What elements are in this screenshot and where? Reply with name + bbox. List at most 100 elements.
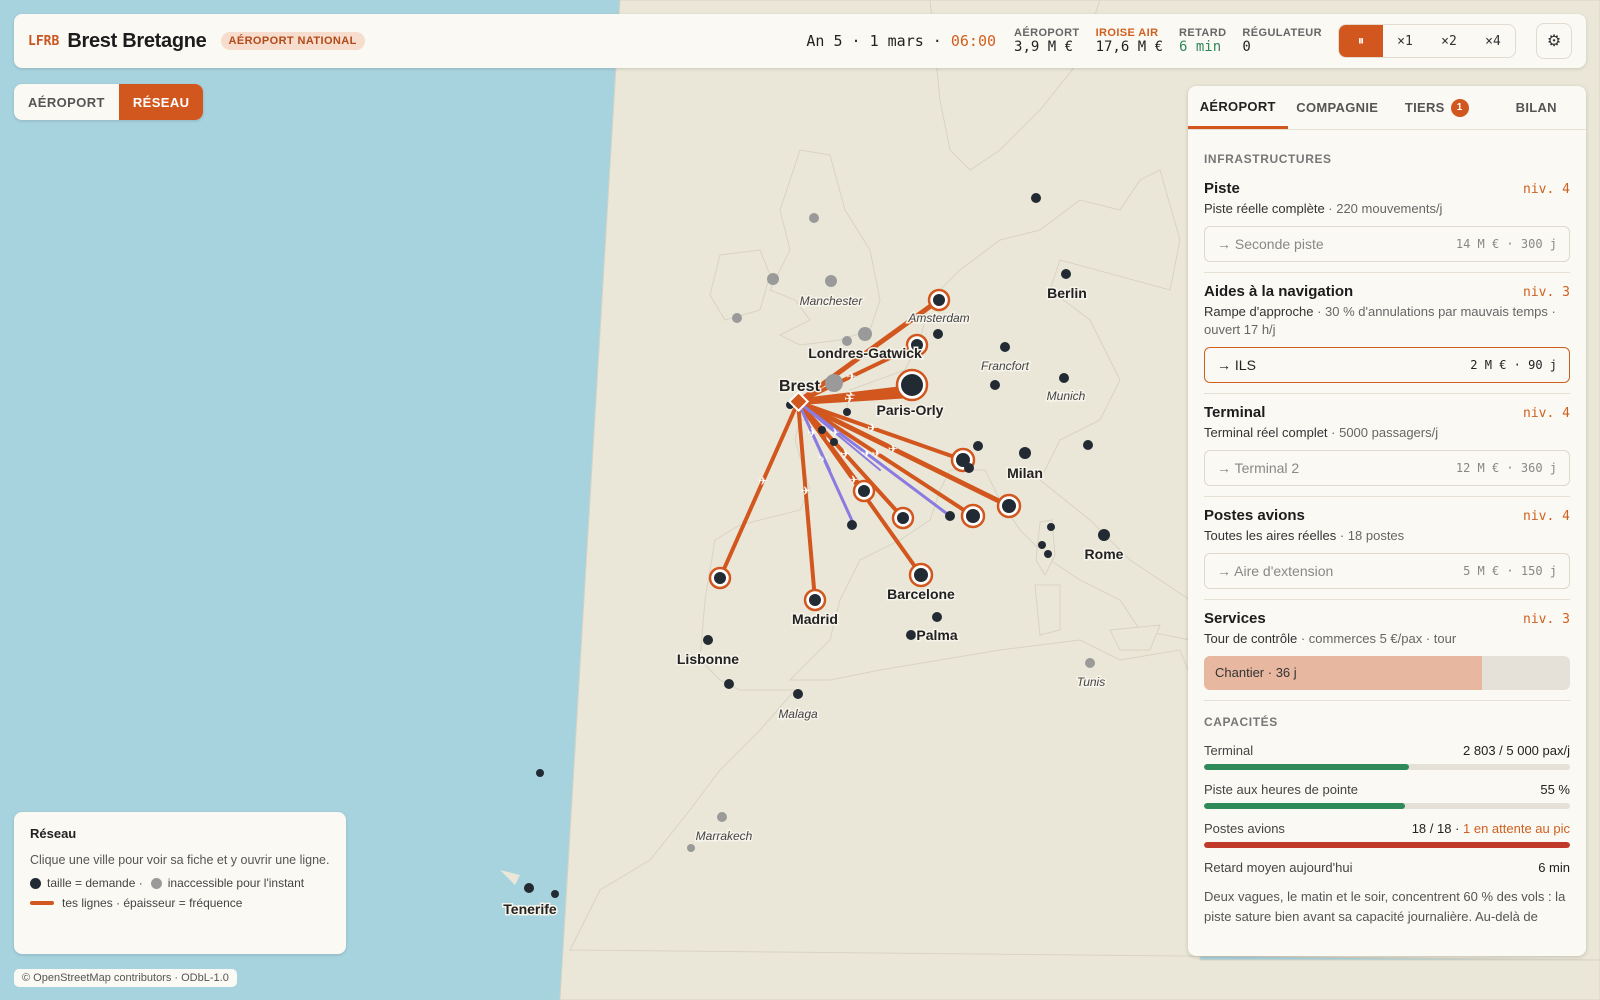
city-label: Madrid — [792, 611, 838, 627]
legend-text: Clique une ville pour voir sa fiche et y… — [30, 853, 330, 867]
upgrade-aire-extension-button[interactable]: → Aire d'extension 5 M € · 150 j — [1204, 553, 1570, 589]
city-marker[interactable] — [1031, 193, 1041, 203]
city-marker[interactable] — [1002, 499, 1016, 513]
city-marker[interactable] — [1047, 523, 1055, 531]
tab-bilan[interactable]: BILAN — [1487, 86, 1587, 129]
city-marker[interactable] — [901, 374, 923, 396]
city-marker[interactable] — [858, 485, 870, 497]
city-marker[interactable] — [1019, 447, 1031, 459]
inaccessible-city-marker[interactable] — [1085, 658, 1095, 668]
upgrade-ils-button[interactable]: → ILS 2 M € · 90 j — [1204, 347, 1570, 383]
city-marker[interactable] — [932, 612, 942, 622]
tab-compagnie[interactable]: COMPAGNIE — [1288, 86, 1388, 129]
city-label: Paris-Orly — [877, 402, 944, 418]
delay-label: Retard moyen aujourd'hui — [1204, 860, 1353, 875]
inaccessible-city-marker[interactable] — [767, 273, 779, 285]
delay-value: 6 min — [1538, 860, 1570, 875]
city-marker[interactable] — [973, 441, 983, 451]
desc-text: Toutes les aires réelles — [1204, 528, 1337, 543]
inaccessible-city-marker[interactable] — [809, 213, 819, 223]
speed-controls: ⏸ ×1 ×2 ×4 — [1338, 24, 1516, 58]
inaccessible-city-marker[interactable] — [687, 844, 695, 852]
city-marker[interactable] — [1000, 342, 1010, 352]
pause-button[interactable]: ⏸ — [1339, 25, 1383, 57]
upgrade-label: → Terminal 2 — [1217, 460, 1300, 476]
city-label: Milan — [1007, 465, 1043, 481]
speed-x2-button[interactable]: ×2 — [1427, 25, 1471, 57]
city-marker[interactable] — [793, 689, 803, 699]
city-marker[interactable] — [897, 512, 909, 524]
city-marker[interactable] — [724, 679, 734, 689]
city-marker[interactable] — [714, 572, 726, 584]
top-bar: LFRB Brest Bretagne AÉROPORT NATIONAL An… — [14, 14, 1586, 68]
inaccessible-city-marker[interactable] — [717, 812, 727, 822]
plane-icon: ✈ — [867, 421, 877, 435]
city-marker[interactable] — [945, 511, 955, 521]
stat-label: RETARD — [1179, 27, 1227, 39]
tab-label: AÉROPORT — [1199, 98, 1276, 114]
city-marker[interactable] — [703, 635, 713, 645]
capacity-runway-peak: Piste aux heures de pointe 55 % — [1204, 782, 1570, 809]
hub-label: Brest — [779, 378, 821, 395]
section-title-infrastructures: INFRASTRUCTURES — [1204, 152, 1332, 166]
city-marker[interactable] — [933, 329, 943, 339]
inaccessible-city-marker[interactable] — [825, 275, 837, 287]
inaccessible-city-marker[interactable] — [732, 313, 742, 323]
speed-x4-button[interactable]: ×4 — [1471, 25, 1515, 57]
settings-gear-icon[interactable]: ⚙ — [1536, 23, 1572, 59]
tab-aeroport[interactable]: AÉROPORT — [1188, 86, 1288, 129]
stat-value: 3,9 M € — [1014, 39, 1074, 55]
tab-network-mode[interactable]: RÉSEAU — [118, 84, 204, 120]
construction-label: Chantier · 36 j — [1215, 665, 1297, 680]
upgrade-terminal-2-button[interactable]: → Terminal 2 12 M € · 360 j — [1204, 450, 1570, 486]
inaccessible-city-marker[interactable] — [825, 374, 843, 392]
city-marker[interactable] — [1059, 373, 1069, 383]
speed-x1-button[interactable]: ×1 — [1383, 25, 1427, 57]
city-marker[interactable] — [830, 438, 838, 446]
city-marker[interactable] — [536, 769, 544, 777]
upgrade-seconde-piste-button[interactable]: → Seconde piste 14 M € · 300 j — [1204, 226, 1570, 262]
tab-label: COMPAGNIE — [1296, 100, 1379, 115]
city-marker[interactable] — [1083, 440, 1093, 450]
city-marker[interactable] — [551, 890, 559, 898]
city-marker[interactable] — [914, 568, 928, 582]
desc-meta: · commerces 5 €/pax · tour — [1297, 631, 1457, 646]
city-marker[interactable] — [964, 463, 974, 473]
city-marker[interactable] — [843, 408, 851, 416]
city-marker[interactable] — [906, 630, 916, 640]
plane-icon: ✈ — [807, 426, 817, 440]
capacity-label: Piste aux heures de pointe — [1204, 782, 1358, 797]
city-label: Palma — [916, 627, 957, 643]
stat-regulator: RÉGULATEUR 0 — [1242, 27, 1322, 55]
city-marker[interactable] — [1098, 529, 1110, 541]
city-marker[interactable] — [809, 594, 821, 606]
city-marker[interactable] — [1038, 541, 1046, 549]
upgrade-cost: 5 M € · 150 j — [1463, 564, 1557, 578]
infra-desc: Toutes les aires réelles · 18 postes — [1204, 527, 1570, 545]
map-legend: Réseau Clique une ville pour voir sa fic… — [14, 812, 346, 954]
city-marker[interactable] — [933, 294, 945, 306]
city-marker[interactable] — [1061, 269, 1071, 279]
stat-airline-cash: IROISE AIR 17,6 M € — [1096, 27, 1163, 55]
city-label: Barcelone — [887, 586, 955, 602]
inaccessible-city-marker[interactable] — [858, 327, 872, 341]
infra-desc: Piste réelle complète · 220 mouvements/j — [1204, 200, 1570, 218]
city-marker[interactable] — [990, 380, 1000, 390]
capacity-bar-fill — [1204, 764, 1409, 770]
capacity-value: 2 803 / 5 000 pax/j — [1463, 743, 1570, 758]
city-label: Malaga — [778, 707, 818, 721]
tab-airport-mode[interactable]: AÉROPORT — [14, 84, 119, 120]
city-marker[interactable] — [524, 883, 534, 893]
legend-lines-row: tes lignes · épaisseur = fréquence — [30, 896, 330, 910]
plane-icon: ✈ — [888, 442, 898, 456]
tab-tiers[interactable]: TIERS 1 — [1387, 86, 1487, 129]
city-marker[interactable] — [847, 520, 857, 530]
city-marker[interactable] — [818, 426, 826, 434]
city-marker[interactable] — [966, 509, 980, 523]
city-marker[interactable] — [1044, 550, 1052, 558]
capacity-value: 55 % — [1540, 782, 1570, 797]
upgrade-cost: 12 M € · 360 j — [1455, 461, 1557, 475]
desc-text: Piste réelle complète — [1204, 201, 1325, 216]
construction-progress: Chantier · 36 j — [1204, 656, 1570, 690]
city-dot-icon — [30, 877, 41, 889]
